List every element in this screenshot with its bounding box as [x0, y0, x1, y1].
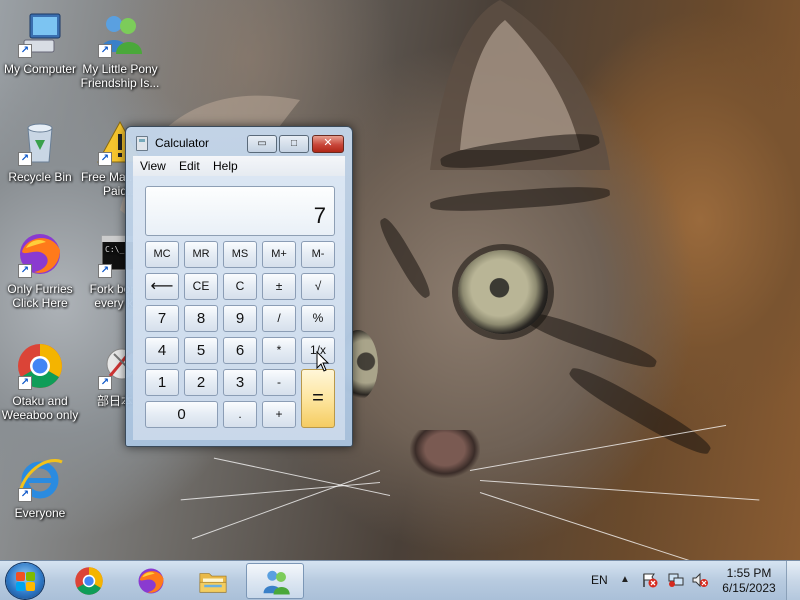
clock-time: 1:55 PM [726, 566, 772, 580]
clock-date: 6/15/2023 [722, 581, 776, 595]
calculator-display: 7 [145, 186, 335, 236]
mr-button[interactable]: MR [184, 241, 218, 268]
fur-stripe [375, 215, 435, 301]
menu-view[interactable]: View [140, 159, 166, 173]
network-icon[interactable] [667, 572, 685, 588]
clock[interactable]: 1:55 PM 6/15/2023 [712, 566, 786, 596]
shortcut-arrow-icon: ↗ [18, 488, 32, 502]
digit-9-button[interactable]: 9 [223, 305, 257, 332]
desktop-icon-recycle-bin[interactable]: ↗ Recycle Bin [0, 118, 80, 184]
desktop-icon-label: Everyone [14, 506, 66, 520]
svg-text:C:\_: C:\_ [105, 245, 124, 254]
digit-8-button[interactable]: 8 [184, 305, 218, 332]
desktop-icon-label: Only Furries Click Here [7, 282, 73, 310]
digit-3-button[interactable]: 3 [223, 369, 257, 396]
show-desktop-button[interactable] [786, 561, 800, 600]
whisker [479, 492, 718, 560]
firefox-icon [138, 568, 164, 594]
maximize-button[interactable]: □ [279, 135, 309, 153]
divide-button[interactable]: / [262, 305, 296, 332]
digit-7-button[interactable]: 7 [145, 305, 179, 332]
digit-4-button[interactable]: 4 [145, 337, 179, 364]
cat-eye [458, 250, 548, 334]
percent-button[interactable]: % [301, 305, 335, 332]
shortcut-arrow-icon: ↗ [18, 44, 32, 58]
chrome-icon: ↗ [16, 342, 64, 390]
desktop-icon-my-computer[interactable]: ↗ My Computer [0, 10, 80, 76]
minimize-button[interactable]: ▭ [247, 135, 277, 153]
computer-icon: ↗ [16, 10, 64, 58]
digit-1-button[interactable]: 1 [145, 369, 179, 396]
whisker [191, 470, 381, 540]
firefox-icon: ↗ [16, 230, 64, 278]
digit-6-button[interactable]: 6 [223, 337, 257, 364]
shortcut-arrow-icon: ↗ [98, 264, 112, 278]
digit-0-button[interactable]: 0 [145, 401, 218, 428]
c-button[interactable]: C [223, 273, 257, 300]
calculator-icon [136, 136, 148, 151]
desktop-wallpaper: ↗ My Computer ↗ My Little Pony Friendshi… [0, 0, 800, 560]
users-icon: ↗ [96, 10, 144, 58]
file-explorer-icon [199, 573, 227, 593]
title-bar[interactable]: Calculator ▭ □ ✕ [126, 127, 352, 157]
fur-stripe [429, 183, 611, 215]
shortcut-arrow-icon: ↗ [18, 152, 32, 166]
recycle-bin-icon: ↗ [16, 118, 64, 166]
m-plus-button[interactable]: M+ [262, 241, 296, 268]
desktop-icon-otaku[interactable]: ↗ Otaku and Weeaboo only [0, 342, 80, 422]
taskbar-item-firefox[interactable] [122, 563, 180, 599]
desktop-icon-label: My Little Pony Friendship Is... [80, 62, 160, 90]
backspace-button[interactable]: ⟵ [145, 273, 179, 300]
language-indicator[interactable]: EN [591, 573, 608, 587]
taskbar-item-file-explorer[interactable] [184, 563, 242, 599]
plus-button[interactable]: + [262, 401, 296, 428]
fur-stripe [565, 361, 715, 461]
whisker [479, 480, 760, 501]
shortcut-arrow-icon: ↗ [98, 376, 112, 390]
shortcut-arrow-icon: ↗ [18, 264, 32, 278]
users-icon [263, 570, 290, 595]
desktop-icon-label: My Computer [3, 62, 77, 76]
internet-explorer-icon: ↗ [16, 454, 64, 502]
m-minus-button[interactable]: M- [301, 241, 335, 268]
desktop-icon-only-furries[interactable]: ↗ Only Furries Click Here [0, 230, 80, 310]
window-title: Calculator [155, 136, 210, 150]
desktop-icon-my-little-pony[interactable]: ↗ My Little Pony Friendship Is... [80, 10, 160, 90]
shortcut-arrow-icon: ↗ [98, 152, 112, 166]
multiply-button[interactable]: * [262, 337, 296, 364]
close-button[interactable]: ✕ [312, 135, 344, 153]
digit-5-button[interactable]: 5 [184, 337, 218, 364]
action-center-flag-icon[interactable] [641, 572, 659, 588]
volume-muted-icon[interactable] [691, 572, 709, 588]
shortcut-arrow-icon: ↗ [98, 44, 112, 58]
plus-minus-button[interactable]: ± [262, 273, 296, 300]
ms-button[interactable]: MS [223, 241, 257, 268]
fur-stripe [520, 306, 660, 374]
menu-edit[interactable]: Edit [179, 159, 200, 173]
calculator-window[interactable]: Calculator ▭ □ ✕ View Edit Help 7 MC MR … [125, 126, 353, 447]
digit-2-button[interactable]: 2 [184, 369, 218, 396]
desktop-icon-label: Otaku and Weeaboo only [1, 394, 79, 422]
sqrt-button[interactable]: √ [301, 273, 335, 300]
taskbar: EN ▲ 1:55 PM 6/15/2023 [0, 560, 800, 600]
show-hidden-icons-icon[interactable]: ▲ [620, 574, 630, 585]
chrome-icon [75, 567, 103, 595]
taskbar-item-users[interactable] [246, 563, 304, 599]
shortcut-arrow-icon: ↗ [18, 376, 32, 390]
whisker [180, 482, 381, 501]
equals-button[interactable]: = [301, 369, 335, 428]
mc-button[interactable]: MC [145, 241, 179, 268]
menu-help[interactable]: Help [213, 159, 238, 173]
ce-button[interactable]: CE [184, 273, 218, 300]
desktop-icon-label: Recycle Bin [8, 170, 72, 184]
display-value: 7 [313, 203, 326, 228]
calculator-body: 7 MC MR MS M+ M- ⟵ CE C ± √ 7 8 9 / % 4 … [133, 176, 345, 440]
desktop-icon-everyone[interactable]: ↗ Everyone [0, 454, 80, 520]
minus-button[interactable]: - [262, 369, 296, 396]
decimal-button[interactable]: . [223, 401, 257, 428]
mouse-cursor-icon [316, 351, 330, 372]
menu-bar: View Edit Help [133, 156, 345, 176]
start-orb-icon[interactable] [6, 563, 44, 599]
taskbar-item-chrome[interactable] [60, 563, 118, 599]
